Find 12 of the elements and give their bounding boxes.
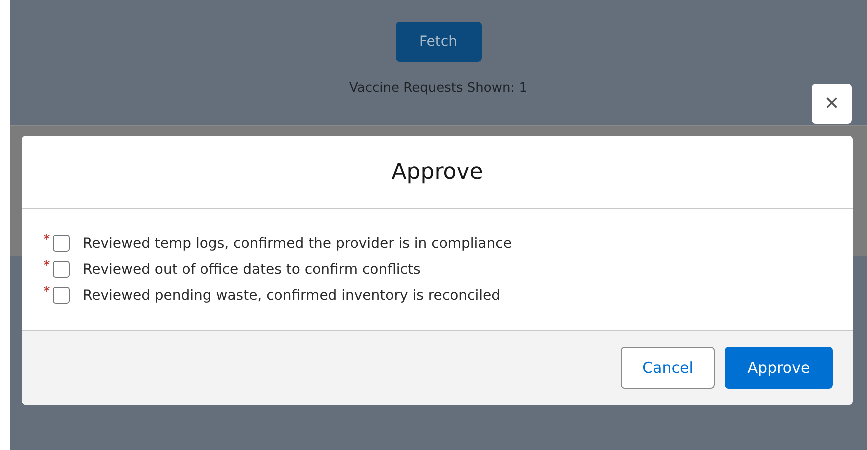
checkbox[interactable]	[53, 287, 70, 304]
approve-button[interactable]: Approve	[725, 347, 833, 389]
checkbox[interactable]	[53, 261, 70, 278]
checkbox-label: Reviewed temp logs, confirmed the provider is in compliance	[83, 236, 512, 252]
requests-count: Vaccine Requests Shown: 1	[350, 81, 528, 96]
checkbox-label: Reviewed pending waste, confirmed inventory is reconciled	[83, 288, 501, 304]
fetch-button[interactable]: Fetch	[396, 22, 482, 62]
cancel-button[interactable]: Cancel	[621, 347, 715, 389]
checkbox-label: Reviewed out of office dates to confirm conflicts	[83, 262, 421, 278]
close-button[interactable]: ×	[812, 84, 852, 124]
checkbox[interactable]	[53, 235, 70, 252]
dialog-title: Approve	[392, 160, 484, 184]
